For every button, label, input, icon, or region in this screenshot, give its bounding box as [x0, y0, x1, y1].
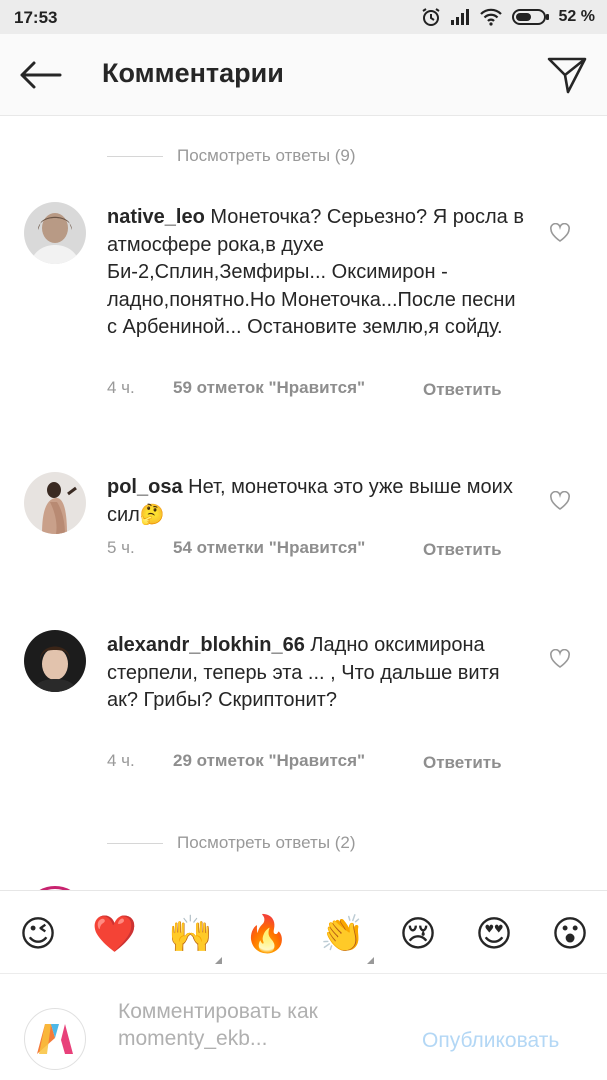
comment-input-bar: Опубликовать — [0, 974, 607, 1080]
divider-line — [107, 155, 163, 157]
comment-body: native_leo Монеточка? Серьезно? Я росла … — [107, 204, 527, 342]
view-replies-label: Посмотреть ответы (9) — [177, 146, 356, 165]
signal-icon — [450, 8, 470, 26]
back-button[interactable] — [14, 54, 66, 96]
reply-button[interactable]: Ответить — [423, 538, 503, 561]
publish-button[interactable]: Опубликовать — [422, 1029, 559, 1053]
skin-tone-indicator-icon — [367, 957, 374, 964]
battery-icon — [511, 8, 550, 26]
clapping-hands-emoji-button[interactable]: 👏 — [320, 912, 374, 964]
crying-face-emoji-button[interactable]: 😢 — [396, 912, 440, 956]
fire-emoji-button[interactable]: 🔥 — [244, 912, 289, 956]
divider-line — [107, 842, 163, 844]
emoji-quick-bar: 😉 ❤️ 🙌 🔥 👏 😢 😍 😮 — [0, 890, 607, 974]
page-title: Комментарии — [102, 58, 284, 88]
raising-hands-emoji-button[interactable]: 🙌 — [168, 912, 222, 964]
wifi-icon — [479, 8, 503, 26]
heart-icon — [550, 223, 570, 242]
avatar[interactable] — [24, 202, 86, 264]
comment-username[interactable]: pol_osa — [107, 476, 183, 498]
comment-time: 5 ч. — [107, 538, 135, 557]
avatar[interactable] — [24, 472, 86, 534]
like-button[interactable] — [545, 218, 575, 248]
back-arrow-icon — [20, 61, 62, 89]
status-bar: 17:53 52 % — [0, 0, 607, 34]
heart-eyes-emoji-button[interactable]: 😍 — [472, 912, 516, 956]
clapping-hands-emoji: 👏 — [320, 913, 365, 954]
avatar[interactable] — [24, 630, 86, 692]
paper-plane-icon — [547, 57, 587, 94]
view-replies-label: Посмотреть ответы (2) — [177, 833, 356, 852]
likes-count[interactable]: 59 отметок "Нравится" — [173, 378, 423, 401]
comment-username[interactable]: alexandr_blokhin_66 — [107, 634, 305, 656]
comment-input[interactable] — [118, 998, 408, 1058]
momenty-logo-icon — [37, 1024, 73, 1054]
like-button[interactable] — [545, 644, 575, 674]
winking-face-emoji-button[interactable]: 😉 — [16, 912, 60, 956]
comment-meta: 5 ч. 54 отметки "Нравится" Ответить — [107, 538, 503, 561]
view-replies-link[interactable]: Посмотреть ответы (2) — [107, 833, 356, 853]
comment-meta: 4 ч. 59 отметок "Нравится" Ответить — [107, 378, 503, 401]
red-heart-emoji-button[interactable]: ❤️ — [92, 912, 137, 956]
app-header: Комментарии — [0, 34, 607, 116]
comment-meta: 4 ч. 29 отметок "Нравится" Ответить — [107, 751, 503, 774]
reply-button[interactable]: Ответить — [423, 751, 503, 774]
my-avatar[interactable] — [24, 1008, 86, 1070]
direct-send-button[interactable] — [545, 53, 589, 97]
comment-body: pol_osa Нет, монеточка это уже выше моих… — [107, 474, 527, 529]
heart-icon — [550, 649, 570, 668]
comment-body: alexandr_blokhin_66 Ладно оксимирона сте… — [107, 632, 527, 715]
comment-time: 4 ч. — [107, 751, 135, 770]
likes-count[interactable]: 54 отметки "Нравится" — [173, 538, 423, 561]
alarm-icon — [421, 7, 441, 27]
comment-time: 4 ч. — [107, 378, 135, 397]
comment-username[interactable]: native_leo — [107, 206, 205, 228]
status-time: 17:53 — [14, 8, 58, 27]
battery-percent: 52 % — [558, 8, 595, 25]
raising-hands-emoji: 🙌 — [168, 913, 213, 954]
heart-icon — [550, 491, 570, 510]
likes-count[interactable]: 29 отметок "Нравится" — [173, 751, 423, 774]
surprised-face-emoji-button[interactable]: 😮 — [548, 912, 592, 956]
reply-button[interactable]: Ответить — [423, 378, 503, 401]
skin-tone-indicator-icon — [215, 957, 222, 964]
like-button[interactable] — [545, 486, 575, 516]
comments-list[interactable]: Посмотреть ответы (9) native_leo Монеточ… — [0, 116, 607, 890]
view-replies-link[interactable]: Посмотреть ответы (9) — [107, 146, 356, 166]
status-icons: 52 % — [421, 7, 595, 27]
